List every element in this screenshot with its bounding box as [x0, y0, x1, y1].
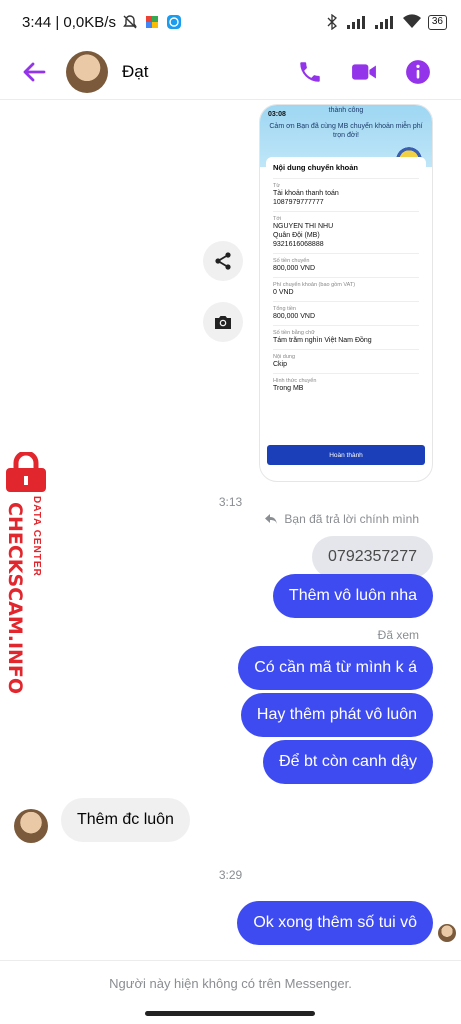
message-bubble-sent[interactable]: Để bt còn canh dậy: [263, 740, 433, 784]
share-icon: [215, 252, 231, 270]
signal-icon-2: [374, 16, 393, 29]
battery-indicator: 36: [427, 14, 447, 30]
message-bubble-sent[interactable]: Ok xong thêm số tui vô: [237, 901, 433, 945]
shot-done-button: Hoàn thành: [267, 445, 425, 465]
phone-call-icon[interactable]: [297, 59, 323, 85]
transfer-card: Nội dung chuyển khoản Từ Tài khoản thanh …: [266, 157, 426, 401]
lock-icon: [6, 452, 46, 492]
seen-status: Đã xem: [377, 628, 419, 642]
shared-transfer-screenshot[interactable]: thành công 03:08 Cảm ơn Bạn đã cùng MB c…: [259, 104, 433, 482]
video-call-icon[interactable]: [351, 59, 377, 85]
message-bubble-sent[interactable]: Thêm vô luôn nha: [272, 574, 433, 618]
info-icon[interactable]: [405, 59, 431, 85]
row-value: 800,000 VND: [273, 265, 316, 272]
share-button[interactable]: [203, 241, 243, 281]
row-value: Quân Đội (MB): [273, 232, 320, 239]
messenger-notification-icon: [166, 15, 181, 29]
unavailable-notice: Người này hiện không có trên Messenger.: [0, 960, 461, 1006]
reply-note-text: Bạn đã trả lời chính mình: [284, 512, 419, 526]
status-time: 3:44 | 0,0KB/s: [22, 13, 116, 31]
message-bubble-sent[interactable]: Hay thêm phát vô luôn: [240, 693, 433, 737]
row-value: NGUYEN THI NHU: [273, 223, 334, 230]
timestamp: 3:13: [218, 495, 243, 509]
row-value: Tám trăm nghìn Việt Nam Đồng: [273, 337, 372, 344]
row-value: 0 VND: [273, 289, 294, 296]
save-image-button[interactable]: [203, 302, 243, 342]
contact-name[interactable]: Đạt: [122, 62, 148, 82]
wifi-icon: [402, 14, 421, 28]
camera-icon: [215, 316, 231, 329]
mute-bell-icon: [123, 15, 137, 29]
row-value: Ckip: [273, 361, 288, 368]
watermark-brand: CHECKSCAM.INFO: [4, 502, 26, 695]
contact-avatar[interactable]: [66, 50, 108, 93]
bluetooth-icon: [327, 14, 337, 30]
read-receipt-avatar: [438, 924, 456, 942]
reply-note: Bạn đã trả lời chính mình: [264, 512, 419, 526]
checkscam-watermark: CHECKSCAM.INFO DATA CENTER: [4, 452, 50, 694]
row-value: Tài khoản thanh toán: [273, 190, 339, 197]
row-value: 9321616068888: [273, 241, 324, 248]
timestamp: 3:29: [218, 868, 243, 882]
message-bubble-received[interactable]: Thêm đc luôn: [61, 798, 190, 842]
chat-header: Đạt: [0, 44, 461, 100]
signal-icon: [346, 16, 365, 29]
message-bubble-sent[interactable]: Có cần mã từ mình k á: [238, 646, 433, 690]
reply-arrow-icon: [265, 514, 278, 524]
quoted-message[interactable]: 0792357277: [312, 536, 433, 578]
back-arrow-icon[interactable]: [20, 58, 48, 86]
shot-status-line: thành công: [328, 107, 364, 114]
contact-avatar-small[interactable]: [14, 809, 48, 843]
row-value: 1087979777777: [273, 199, 324, 206]
status-bar: 3:44 | 0,0KB/s 36: [0, 0, 461, 44]
app-notification-icon: [145, 16, 158, 28]
row-value: Trong MB: [273, 385, 304, 392]
shot-thanks: Cảm ơn Bạn đã cùng MB chuyển khoản miễn …: [269, 123, 423, 139]
home-indicator[interactable]: [145, 1011, 315, 1016]
card-title: Nội dung chuyển khoản: [273, 163, 359, 172]
row-value: 800,000 VND: [273, 313, 316, 320]
